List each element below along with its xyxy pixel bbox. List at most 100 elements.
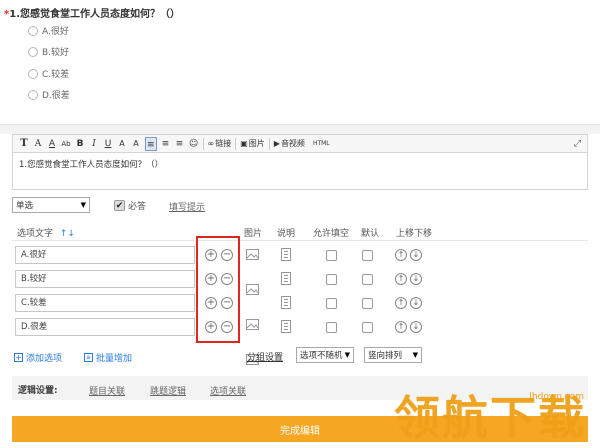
option-input[interactable]: C.较差 (15, 294, 195, 312)
description-icon[interactable] (281, 272, 291, 285)
col-default: 默认 (361, 229, 380, 239)
preview-option[interactable]: B.较好 (28, 45, 69, 58)
move-up-icon[interactable]: ↑ (395, 321, 407, 333)
required-toggle[interactable]: ✔ 必答 (114, 199, 146, 212)
move-down-icon[interactable]: ↓ (410, 273, 422, 285)
option-input[interactable]: D.很差 (15, 318, 195, 336)
image-icon[interactable] (246, 284, 259, 295)
radio-button[interactable] (28, 68, 38, 79)
fill-hint-link[interactable]: 填写提示 (169, 200, 205, 213)
align-left-button[interactable]: ≡ (145, 136, 157, 151)
allow-fill-checkbox[interactable] (326, 274, 337, 285)
expand-icon[interactable]: ⤢ (574, 139, 581, 149)
option-row: D.很差 + − ↑ ↓ (0, 33, 600, 365)
underline-button[interactable]: U (103, 137, 113, 151)
logic-settings-label: 逻辑设置: (18, 386, 58, 396)
title-link-link[interactable]: 题目关联 (89, 384, 125, 397)
link-button[interactable]: ∞ 链接 (208, 138, 232, 149)
question-type-select[interactable]: 单选 ▼ (12, 197, 90, 213)
preview-option[interactable]: A.很好 (28, 24, 69, 37)
description-icon[interactable] (281, 296, 291, 309)
editor-content: 1.您感觉食堂工作人员态度如何？（） (19, 160, 164, 170)
allow-fill-checkbox[interactable] (326, 250, 337, 261)
option-input[interactable]: B.较好 (15, 270, 195, 288)
link-label: 链接 (215, 139, 232, 148)
link-icon: ∞ (207, 139, 215, 148)
highlight-button[interactable]: Ab (61, 137, 71, 151)
rich-text-toolbar: T A A Ab B I U A A ≡ ≡ ≡ ☺ ∞ 链接 ▣ 图片 ▶ 音视频 … (12, 134, 588, 152)
list-icon: ≡ (84, 353, 93, 362)
toolbar-separator (202, 137, 204, 150)
toolbar-separator (268, 137, 270, 150)
text-format-button[interactable]: T (19, 137, 29, 151)
image-icon[interactable] (246, 249, 259, 260)
description-icon[interactable] (281, 248, 291, 261)
italic-button[interactable]: I (89, 137, 99, 151)
editor-divider (0, 124, 600, 134)
highlight-box (196, 236, 240, 343)
move-up-icon[interactable]: ↑ (395, 249, 407, 261)
add-option-label: 添加选项 (26, 354, 63, 364)
bold-button[interactable]: B (75, 137, 85, 151)
jump-logic-link[interactable]: 跳题逻辑 (150, 384, 186, 397)
sort-icon[interactable]: ↑↓ (60, 229, 75, 239)
radio-button[interactable] (28, 25, 38, 36)
random-order-value: 选项不随机 (300, 351, 343, 361)
move-up-icon[interactable]: ↑ (395, 273, 407, 285)
move-down-icon[interactable]: ↓ (410, 297, 422, 309)
default-checkbox[interactable] (362, 250, 373, 261)
preview-option-label: D.很差 (42, 91, 70, 101)
subscript-button[interactable]: A (131, 137, 141, 151)
font-size-button[interactable]: A (33, 137, 43, 151)
superscript-button[interactable]: A (117, 137, 127, 151)
move-up-icon[interactable]: ↑ (395, 297, 407, 309)
preview-option-label: C.较差 (42, 70, 70, 80)
default-checkbox[interactable] (362, 322, 373, 333)
option-link-link[interactable]: 选项关联 (210, 384, 246, 397)
radio-button[interactable] (28, 89, 38, 100)
random-order-select[interactable]: 选项不随机 ▼ (296, 347, 354, 363)
move-down-icon[interactable]: ↓ (410, 249, 422, 261)
radio-button[interactable] (28, 46, 38, 57)
question-title: *1.您感觉食堂工作人员态度如何？（） (4, 5, 180, 20)
col-move: 上移下移 (396, 229, 433, 239)
watermark-url: lhdown.com (529, 392, 584, 402)
chevron-down-icon: ▼ (80, 201, 86, 209)
move-down-icon[interactable]: ↓ (410, 321, 422, 333)
image-icon[interactable] (246, 319, 259, 330)
col-option-text: 选项文字 ↑↓ (17, 226, 75, 239)
chevron-down-icon: ▼ (412, 351, 418, 359)
allow-fill-checkbox[interactable] (326, 298, 337, 309)
preview-option[interactable]: C.较差 (28, 67, 69, 80)
toolbar-separator (235, 137, 237, 150)
default-checkbox[interactable] (362, 298, 373, 309)
option-row: C.较差 + − ↑ ↓ (0, 22, 600, 330)
question-editor[interactable]: 1.您感觉食堂工作人员态度如何？（） (12, 152, 588, 190)
media-button[interactable]: ▶ 音视频 (274, 138, 305, 149)
align-center-button[interactable]: ≡ (161, 137, 171, 151)
layout-value: 竖向排列 (368, 351, 403, 361)
layout-select[interactable]: 竖向排列 ▼ (364, 347, 422, 363)
add-option-button[interactable]: + 添加选项 (14, 351, 62, 364)
required-checkbox[interactable]: ✔ (114, 200, 125, 211)
allow-fill-checkbox[interactable] (326, 322, 337, 333)
default-checkbox[interactable] (362, 274, 373, 285)
preview-option-label: B.较好 (42, 48, 70, 58)
image-button[interactable]: ▣ 图片 (240, 138, 265, 149)
group-setting-link[interactable]: 分组设置 (247, 350, 283, 363)
emoji-icon[interactable]: ☺ (189, 137, 199, 151)
batch-add-button[interactable]: ≡ 批量增加 (84, 351, 132, 364)
option-input[interactable]: A.很好 (15, 246, 195, 264)
chevron-down-icon: ▼ (344, 351, 350, 359)
col-allow-fill: 允许填空 (313, 229, 350, 239)
html-button[interactable]: HTML (313, 140, 330, 147)
image-icon: ▣ (240, 139, 248, 148)
video-icon: ▶ (273, 139, 280, 148)
description-icon[interactable] (281, 320, 291, 333)
align-right-button[interactable]: ≡ (175, 137, 185, 151)
col-option-text-label: 选项文字 (17, 229, 54, 239)
preview-option-label: A.很好 (42, 27, 69, 37)
font-color-button[interactable]: A (47, 137, 57, 151)
col-image: 图片 (244, 229, 263, 239)
preview-option[interactable]: D.很差 (28, 88, 70, 101)
